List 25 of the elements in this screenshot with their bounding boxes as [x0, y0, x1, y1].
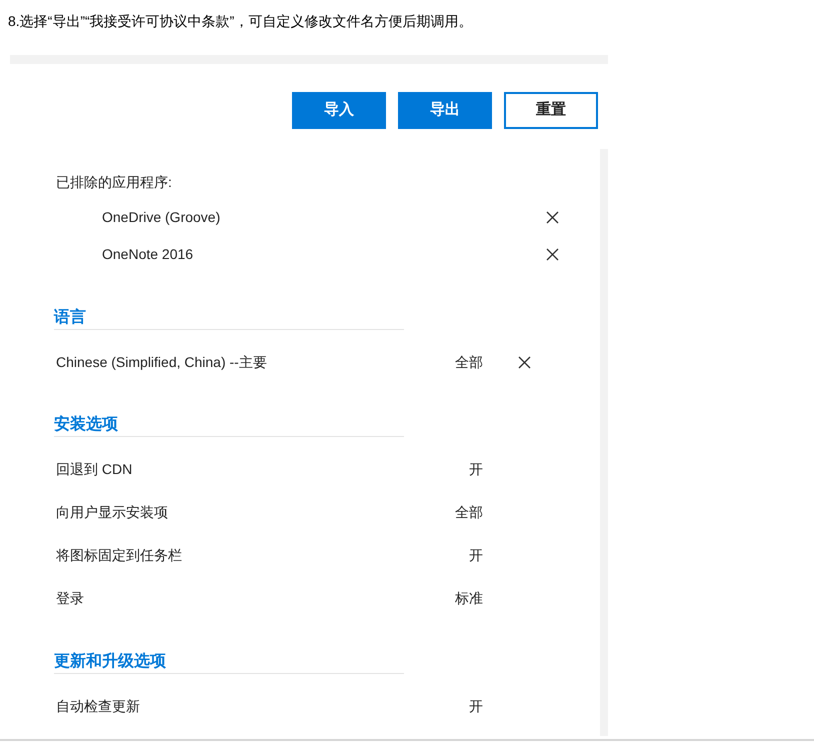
setting-label: 登录	[56, 589, 85, 608]
section-heading: 更新和升级选项	[54, 652, 167, 672]
setting-value: 开	[469, 546, 483, 565]
section-heading: 安装选项	[54, 415, 119, 435]
setting-value: 开	[469, 697, 483, 716]
close-icon[interactable]	[546, 248, 559, 261]
app-name: OneNote 2016	[102, 245, 194, 264]
toolbar-button[interactable]: 重置	[504, 92, 598, 129]
toolbar-button[interactable]: 导入	[292, 92, 386, 129]
app-name: OneDrive (Groove)	[102, 208, 222, 227]
setting-label: 回退到 CDN	[56, 460, 134, 479]
setting-label: 将图标固定到任务栏	[56, 546, 183, 565]
setting-value: 全部	[455, 503, 483, 522]
setting-label: Chinese (Simplified, China) --主要	[56, 353, 268, 372]
close-icon[interactable]	[518, 356, 531, 369]
section-heading: 语言	[54, 308, 87, 328]
toolbar-button[interactable]: 导出	[398, 92, 492, 129]
setting-label: 向用户显示安装项	[56, 503, 169, 522]
caption: 8.选择“导出”“我接受许可协议中条款”，可自定义修改文件名方便后期调用。	[8, 13, 472, 29]
close-icon[interactable]	[546, 211, 559, 224]
setting-label: 自动检查更新	[56, 697, 141, 716]
setting-value: 全部	[455, 353, 483, 372]
setting-value: 开	[469, 460, 483, 479]
excluded-apps-label: 已排除的应用程序:	[56, 172, 172, 192]
setting-value: 标准	[455, 589, 483, 608]
